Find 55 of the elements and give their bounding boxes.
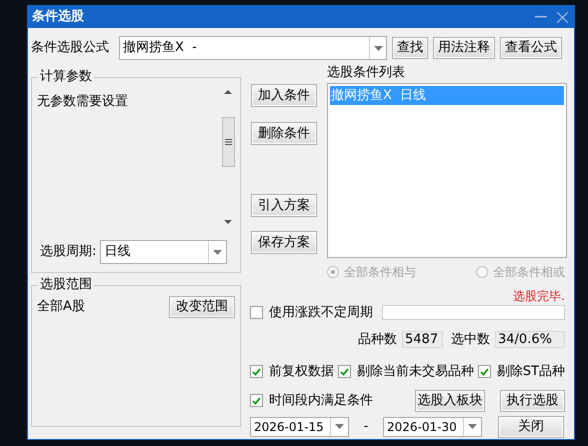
add-to-sector-button[interactable]: 选股入板块: [415, 390, 485, 412]
action-button[interactable]: 保存方案: [251, 231, 317, 254]
date-separator: -: [362, 418, 370, 436]
period-label: 选股周期:: [40, 243, 96, 262]
checkbox[interactable]: [250, 306, 263, 320]
params-message: 无参数需要设置: [36, 93, 129, 111]
toolbar-button[interactable]: 用法注释: [433, 37, 495, 59]
count-value: 5487: [402, 330, 443, 348]
checkmark-icon: [252, 368, 261, 376]
variable-period-option[interactable]: 使用涨跌不定周期: [250, 303, 373, 322]
filter-option[interactable]: 前复权数据: [250, 362, 334, 382]
filter-option[interactable]: 剔除当前未交易品种: [338, 362, 474, 382]
toolbar-button[interactable]: 查找: [392, 37, 428, 59]
count-label: 品种数: [358, 330, 397, 348]
window-title: 条件选股: [32, 8, 84, 26]
count-label: 选中数: [451, 330, 490, 348]
time-range-option[interactable]: 时间段内满足条件: [250, 390, 373, 410]
dropdown-arrow-icon: [213, 250, 222, 254]
action-button[interactable]: 删除条件: [251, 122, 317, 145]
end-date-picker[interactable]: 2026-01-30: [383, 416, 482, 436]
start-date-picker[interactable]: 2026-01-15: [250, 416, 349, 436]
minimize-icon[interactable]: [535, 16, 547, 18]
scope-value: 全部A股: [37, 298, 85, 316]
close-icon[interactable]: [557, 12, 568, 22]
group-title: 计算参数: [38, 69, 94, 85]
group-title: 选股范围: [38, 277, 94, 293]
toolbar-button[interactable]: 查看公式: [500, 37, 562, 59]
filter-option[interactable]: 剔除ST品种: [478, 362, 565, 382]
checkmark-icon: [480, 368, 489, 376]
scroll-thumb[interactable]: [222, 117, 234, 167]
dropdown-arrow-icon: [335, 424, 344, 429]
grip-icon: [224, 139, 232, 145]
action-button[interactable]: 加入条件: [251, 84, 317, 107]
status-message: 选股完毕.: [513, 288, 566, 305]
action-button[interactable]: 引入方案: [251, 194, 317, 217]
checkbox[interactable]: [250, 365, 263, 378]
checkbox[interactable]: [250, 394, 263, 407]
checkmark-icon: [340, 368, 349, 376]
conditions-title: 选股条件列表: [327, 65, 406, 81]
checkmark-icon: [252, 396, 261, 404]
formula-label: 条件选股公式: [31, 39, 110, 58]
period-field[interactable]: [382, 305, 565, 320]
change-scope-button[interactable]: 改变范围: [169, 296, 235, 318]
run-selection-button[interactable]: 执行选股: [500, 390, 565, 412]
checkbox[interactable]: [338, 365, 351, 378]
dropdown-arrow-icon: [374, 46, 382, 50]
scroll-up-icon[interactable]: [224, 90, 232, 94]
formula-dropdown[interactable]: 撤网捞鱼X -: [119, 36, 387, 60]
scroll-down-icon[interactable]: [224, 220, 232, 224]
period-dropdown[interactable]: 日线: [100, 240, 228, 264]
scrollbar[interactable]: [220, 88, 236, 226]
checkbox[interactable]: [478, 365, 491, 378]
close-button[interactable]: 关闭: [498, 416, 564, 438]
dropdown-arrow-icon: [468, 424, 477, 429]
count-value: 34/0.6%: [495, 330, 565, 348]
